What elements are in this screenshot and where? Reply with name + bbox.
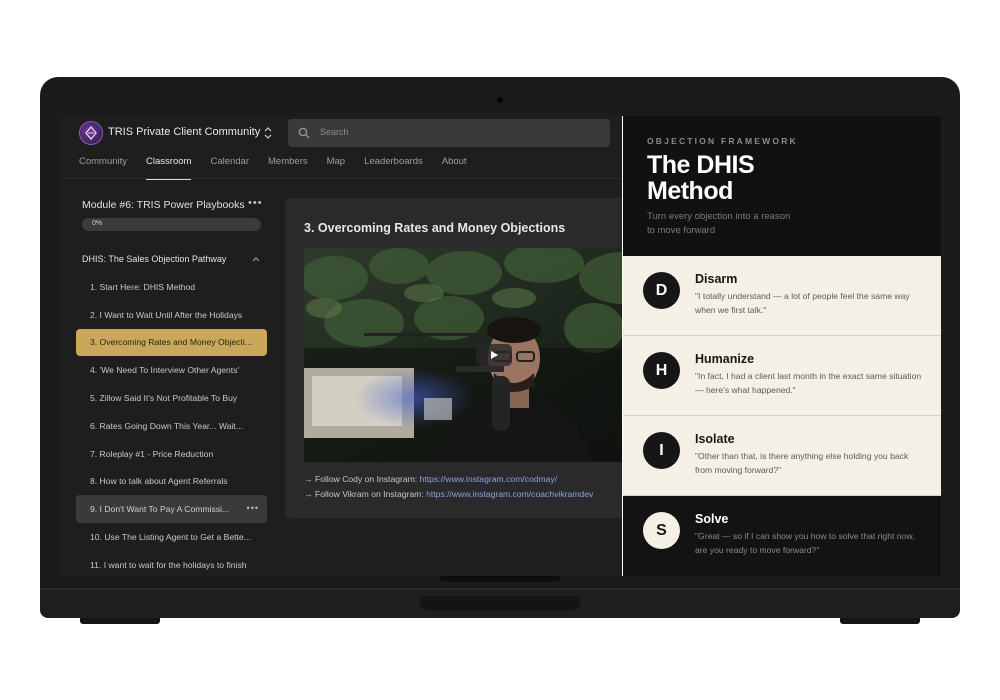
top-bar: TRIS Private Client Community Search — [60, 116, 622, 150]
step-name: Solve — [695, 512, 729, 526]
play-icon — [491, 351, 498, 359]
lesson-item-active[interactable]: 3. Overcoming Rates and Money Objecti... — [76, 328, 267, 357]
webcam-icon — [497, 97, 503, 103]
lesson-item-hover[interactable]: 9. I Don't Want To Pay A Commissi... ••• — [76, 495, 267, 524]
nav-tabs: Community Classroom Calendar Members Map… — [79, 156, 486, 180]
tab-leaderboards[interactable]: Leaderboards — [364, 156, 423, 180]
step-name: Disarm — [695, 272, 738, 286]
tab-members[interactable]: Members — [268, 156, 308, 180]
chevron-up-icon[interactable] — [251, 255, 261, 263]
lesson-item[interactable]: 6. Rates Going Down This Year... Wait... — [76, 412, 267, 440]
play-button[interactable] — [476, 344, 512, 366]
step-name: Isolate — [695, 432, 735, 446]
step-humanize: H Humanize "In fact, I had a client last… — [623, 336, 941, 416]
panel-kicker: OBJECTION FRAMEWORK — [647, 136, 798, 146]
lesson-heading: 3. Overcoming Rates and Money Objections — [304, 221, 566, 235]
screen: TRIS Private Client Community Search Com… — [60, 116, 941, 576]
step-badge: I — [643, 432, 680, 469]
lesson-item[interactable]: 10. Use The Listing Agent to Get a Bette… — [76, 523, 267, 551]
lesson-item[interactable]: 5. Zillow Said It's Not Profitable To Bu… — [76, 384, 267, 412]
lesson-item[interactable]: 4. 'We Need To Interview Other Agents' — [76, 356, 267, 384]
lesson-links: → Follow Cody on Instagram: https://www.… — [304, 474, 594, 499]
step-disarm: D Disarm "I totally understand — a lot o… — [623, 256, 941, 336]
step-quote: "Great — so if I can show you how to sol… — [695, 531, 915, 555]
lesson-item[interactable]: 11. I want to wait for the holidays to f… — [76, 551, 267, 576]
step-badge: D — [643, 272, 680, 309]
community-name[interactable]: TRIS Private Client Community — [108, 126, 260, 138]
tab-map[interactable]: Map — [327, 156, 345, 180]
section-title[interactable]: DHIS: The Sales Objection Pathway — [82, 254, 226, 264]
tab-community[interactable]: Community — [79, 156, 127, 180]
chevron-updown-icon[interactable] — [262, 125, 274, 141]
step-quote: "In fact, I had a client last month in t… — [695, 371, 922, 395]
tab-classroom[interactable]: Classroom — [146, 156, 192, 180]
panel-subtitle: Turn every objection into a reason to mo… — [647, 211, 791, 236]
dhis-method-panel: OBJECTION FRAMEWORK The DHIS Method Turn… — [622, 116, 941, 576]
module-title: Module #6: TRIS Power Playbooks — [82, 199, 245, 211]
community-logo-icon[interactable] — [79, 121, 103, 145]
step-isolate: I Isolate "Other than that, is there any… — [623, 416, 941, 496]
instagram-link-vikram[interactable]: https://www.instagram.com/coachvikramdev — [426, 489, 593, 499]
lesson-item[interactable]: 8. How to talk about Agent Referrals — [76, 468, 267, 496]
lesson-list: 1. Start Here: DHIS Method 2. I Want to … — [76, 273, 267, 576]
more-options-icon[interactable]: ••• — [248, 197, 263, 209]
step-name: Humanize — [695, 352, 755, 366]
progress-label: 0% — [92, 220, 103, 227]
search-icon — [298, 127, 310, 139]
step-badge: H — [643, 352, 680, 389]
tab-calendar[interactable]: Calendar — [210, 156, 249, 180]
search-placeholder: Search — [320, 127, 349, 137]
laptop-foot — [80, 618, 160, 624]
search-input[interactable]: Search — [288, 119, 610, 147]
laptop-hinge — [440, 576, 560, 582]
more-options-icon[interactable]: ••• — [247, 503, 259, 513]
tab-about[interactable]: About — [442, 156, 467, 180]
nav-divider — [60, 178, 622, 179]
lesson-item[interactable]: 1. Start Here: DHIS Method — [76, 273, 267, 301]
lesson-item[interactable]: 7. Roleplay #1 - Price Reduction — [76, 440, 267, 468]
lesson-item[interactable]: 2. I Want to Wait Until After the Holida… — [76, 301, 267, 329]
panel-title: The DHIS Method — [647, 151, 755, 205]
step-badge: S — [643, 512, 680, 549]
step-quote: "I totally understand — a lot of people … — [695, 291, 910, 315]
module-progress-bar: 0% — [82, 218, 261, 231]
instagram-link-cody[interactable]: https://www.instagram.com/codmay/ — [420, 474, 558, 484]
laptop-notch — [420, 596, 580, 610]
step-quote: "Other than that, is there anything else… — [695, 451, 909, 475]
laptop-foot — [840, 618, 920, 624]
step-solve: S Solve "Great — so if I can show you ho… — [623, 496, 941, 576]
